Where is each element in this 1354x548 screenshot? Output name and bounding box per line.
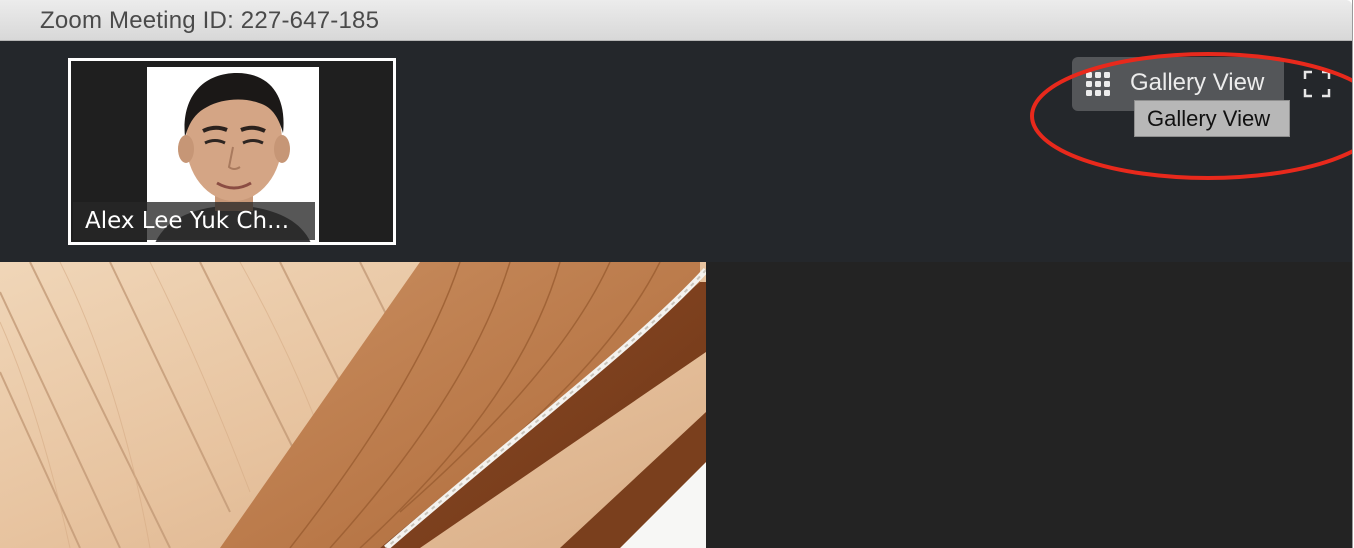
participant-thumbnail[interactable]: Alex Lee Yuk Ch... xyxy=(68,58,396,245)
title-bar[interactable]: Zoom Meeting ID: 227-647-185 xyxy=(0,0,1352,41)
main-video[interactable] xyxy=(0,262,706,548)
fullscreen-icon[interactable] xyxy=(1302,69,1332,99)
zoom-window: Zoom Meeting ID: 227-647-185 Alex Lee Yu… xyxy=(0,0,1353,548)
window-title: Zoom Meeting ID: 227-647-185 xyxy=(40,7,380,34)
participant-strip: Alex Lee Yuk Ch... Gallery View Gallery … xyxy=(0,41,1352,262)
participant-name: Alex Lee Yuk Ch... xyxy=(85,208,290,234)
tooltip-text: Gallery View xyxy=(1147,106,1271,131)
grid-icon xyxy=(1086,72,1110,96)
gallery-view-tooltip: Gallery View xyxy=(1134,100,1290,137)
main-video-stage xyxy=(0,262,1352,548)
gallery-view-label: Gallery View xyxy=(1130,69,1265,96)
ceiling-wood-image xyxy=(0,262,706,548)
